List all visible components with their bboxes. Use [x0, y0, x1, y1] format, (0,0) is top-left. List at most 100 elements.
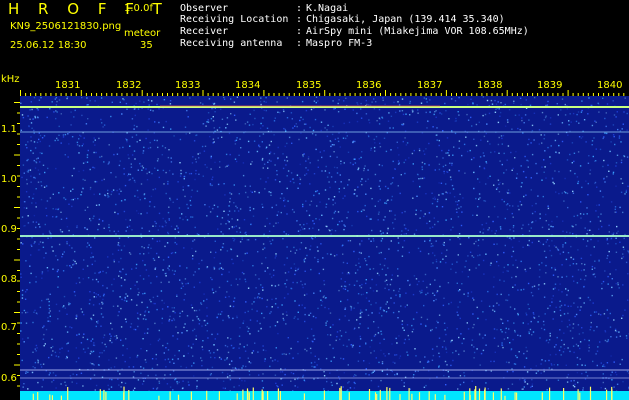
y-minor-tick — [17, 354, 20, 355]
info-receiver-sep: : — [296, 26, 303, 37]
info-antenna-label: Receiving antenna — [180, 38, 283, 49]
meteor-marker — [339, 387, 341, 400]
meteor-marker — [374, 392, 377, 400]
x-minor-tick — [527, 93, 528, 96]
x-minor-tick — [521, 93, 523, 96]
meteor-marker — [514, 392, 516, 400]
y-minor-tick — [17, 343, 20, 345]
x-minor-tick — [243, 93, 245, 96]
filename-label: KN9_2506121830.png — [10, 21, 122, 32]
x-minor-tick — [572, 93, 574, 96]
x-minor-tick — [435, 93, 437, 96]
y-minor-tick — [17, 301, 20, 303]
x-minor-tick — [25, 93, 27, 96]
y-minor-tick — [17, 333, 20, 334]
info-receiver-value: AirSpy mini (Miakejima VOR 108.65MHz) — [306, 26, 529, 37]
x-minor-tick — [116, 93, 118, 96]
x-minor-tick — [212, 93, 214, 96]
meteor-marker — [248, 392, 250, 400]
x-minor-tick — [440, 93, 442, 96]
x-minor-tick — [603, 93, 605, 96]
meteor-marker — [611, 389, 613, 400]
x-minor-tick — [263, 90, 265, 96]
x-minor-tick — [400, 93, 402, 96]
x-minor-tick — [506, 90, 508, 96]
meteor-marker — [444, 394, 446, 400]
x-minor-tick — [162, 93, 163, 96]
y-minor-tick — [14, 154, 20, 156]
meteor-marker — [37, 392, 39, 400]
x-minor-tick — [283, 93, 285, 96]
x-minor-tick — [415, 93, 417, 96]
x-minor-tick — [608, 93, 610, 96]
x-minor-tick — [111, 93, 113, 96]
x-minor-tick — [75, 93, 77, 96]
x-minor-tick — [623, 93, 625, 96]
meteor-marker — [399, 394, 401, 400]
x-minor-tick — [390, 93, 392, 96]
y-minor-tick — [17, 186, 20, 187]
y-minor-tick — [17, 175, 20, 177]
meteor-marker — [606, 389, 608, 400]
meteor-marker — [379, 389, 381, 400]
meteor-marker — [589, 386, 592, 400]
meteor-marker — [103, 389, 105, 400]
meteor-marker — [169, 391, 171, 400]
x-minor-tick — [486, 93, 488, 96]
meteor-marker — [190, 391, 192, 400]
x-minor-tick — [410, 93, 412, 96]
meteor-marker — [475, 386, 477, 400]
x-minor-tick — [187, 93, 189, 96]
y-minor-tick — [17, 385, 20, 387]
x-minor-tick — [420, 93, 422, 96]
x-minor-tick — [232, 93, 234, 96]
y-minor-tick — [17, 228, 20, 229]
meteor-marker — [277, 388, 279, 400]
info-observer-value: K.Nagai — [306, 3, 349, 14]
info-location-value: Chigasaki, Japan (139.414 35.340) — [306, 14, 505, 25]
x-minor-tick — [537, 93, 539, 96]
x-minor-tick — [329, 93, 331, 96]
x-minor-tick — [354, 93, 356, 96]
x-minor-tick — [192, 93, 194, 96]
meteor-marker — [261, 389, 263, 400]
x-minor-tick — [172, 93, 174, 96]
y-minor-tick — [17, 196, 20, 198]
meteor-marker — [516, 392, 518, 400]
x-minor-tick — [70, 93, 72, 96]
y-minor-tick — [14, 102, 20, 103]
info-location-sep: : — [296, 14, 303, 25]
x-minor-tick — [35, 93, 37, 96]
x-minor-tick — [359, 93, 361, 96]
meteor-marker — [504, 395, 506, 400]
meteor-marker — [123, 386, 125, 400]
x-minor-tick — [547, 93, 549, 96]
x-minor-tick — [461, 93, 463, 96]
x-minor-tick — [324, 90, 326, 96]
meteor-marker — [541, 392, 543, 400]
meteor-marker — [386, 387, 388, 400]
x-minor-tick — [248, 93, 250, 96]
x-minor-tick — [466, 93, 468, 96]
x-minor-tick — [430, 93, 432, 96]
x-minor-tick — [598, 93, 599, 96]
info-observer-sep: : — [296, 3, 303, 14]
x-minor-tick — [207, 93, 209, 96]
x-minor-tick — [293, 93, 295, 96]
info-antenna-sep: : — [296, 38, 303, 49]
meteor-marker — [549, 387, 551, 400]
x-minor-tick — [471, 93, 473, 96]
x-minor-tick — [55, 93, 57, 96]
y-minor-tick — [14, 207, 20, 208]
x-minor-tick — [456, 93, 457, 96]
y-minor-tick — [17, 322, 20, 324]
x-minor-tick — [126, 93, 128, 96]
x-minor-tick — [618, 93, 620, 96]
y-minor-tick — [17, 249, 20, 250]
x-minor-tick — [567, 90, 569, 96]
meteor-marker — [408, 388, 410, 400]
meteor-marker — [32, 393, 34, 400]
meteor-marker — [303, 393, 305, 400]
x-minor-tick — [349, 93, 351, 96]
x-minor-tick — [516, 93, 518, 96]
